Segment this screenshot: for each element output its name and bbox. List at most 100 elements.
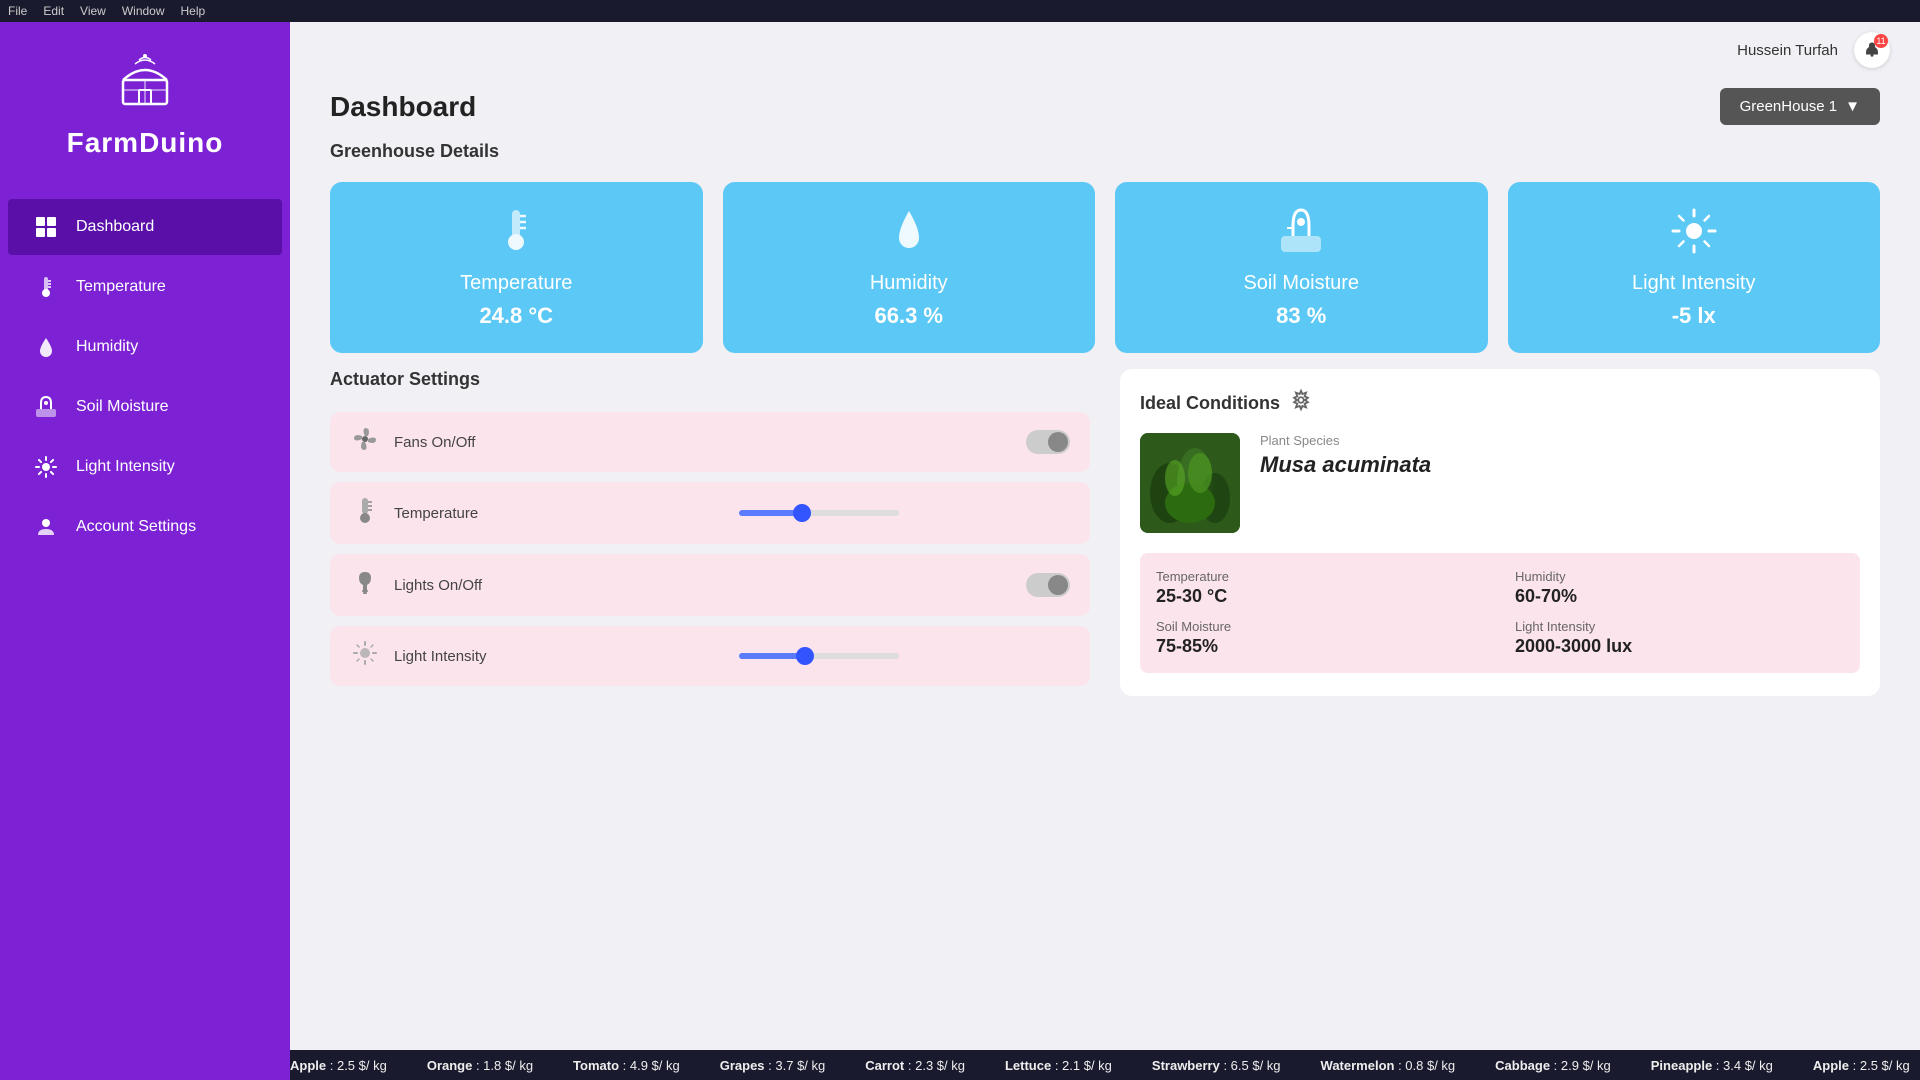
- sidebar-item-humidity[interactable]: Humidity: [8, 319, 282, 375]
- light-intensity-ctrl-icon: [350, 640, 380, 672]
- temperature-ctrl-icon: [350, 496, 380, 530]
- page-title: Dashboard: [330, 91, 476, 123]
- notifications-button[interactable]: 11: [1854, 32, 1890, 68]
- ideal-conditions-section: Ideal Conditions: [1120, 369, 1880, 696]
- fans-control-card: Fans On/Off: [330, 412, 1090, 472]
- condition-humidity-value: 60-70%: [1515, 586, 1844, 607]
- ideal-conditions-header: Ideal Conditions: [1140, 389, 1860, 417]
- condition-soil-value: 75-85%: [1156, 636, 1485, 657]
- condition-humidity-label: Humidity: [1515, 569, 1844, 584]
- sidebar-item-label-account-settings: Account Settings: [76, 518, 196, 536]
- ticker-item: Pineapple : 3.4 $/ kg: [1651, 1058, 1773, 1073]
- sidebar-item-label-soil-moisture: Soil Moisture: [76, 398, 168, 416]
- humidity-card-value: 66.3 %: [875, 303, 944, 329]
- sidebar-item-label-dashboard: Dashboard: [76, 218, 154, 236]
- ticker-item: Apple : 2.5 $/ kg: [1813, 1058, 1910, 1073]
- price-ticker: Apple : 2.5 $/ kgOrange : 1.8 $/ kgTomat…: [290, 1050, 1920, 1080]
- ticker-item: Apple : 2.5 $/ kg: [290, 1058, 387, 1073]
- light-intensity-card-icon: [1669, 206, 1719, 264]
- actuator-settings-title: Actuator Settings: [330, 369, 1090, 390]
- light-intensity-slider[interactable]: [739, 653, 899, 659]
- condition-humidity: Humidity 60-70%: [1515, 569, 1844, 607]
- light-intensity-nav-icon: [32, 453, 60, 481]
- menu-help[interactable]: Help: [181, 4, 206, 18]
- greenhouse-selector-button[interactable]: GreenHouse 1 ▼: [1720, 88, 1880, 125]
- user-name: Hussein Turfah: [1737, 42, 1838, 59]
- temperature-card-value: 24.8 °C: [479, 303, 553, 329]
- condition-light-label: Light Intensity: [1515, 619, 1844, 634]
- condition-temperature: Temperature 25-30 °C: [1156, 569, 1485, 607]
- soil-moisture-card-value: 83 %: [1276, 303, 1326, 329]
- condition-light-intensity: Light Intensity 2000-3000 lux: [1515, 619, 1844, 657]
- lights-control-card: Lights On/Off: [330, 554, 1090, 616]
- notification-badge: 11: [1874, 34, 1888, 48]
- plant-image: [1140, 433, 1240, 533]
- sidebar-item-temperature[interactable]: Temperature: [8, 259, 282, 315]
- two-column-section: Actuator Settings: [330, 369, 1880, 696]
- humidity-card-label: Humidity: [870, 272, 948, 295]
- menu-file[interactable]: File: [8, 4, 27, 18]
- soil-moisture-nav-icon: [32, 393, 60, 421]
- fans-toggle[interactable]: [1026, 430, 1070, 454]
- top-bar: Hussein Turfah 11: [290, 22, 1920, 78]
- plant-species-name: Musa acuminata: [1260, 452, 1431, 478]
- fans-label: Fans On/Off: [394, 434, 1012, 451]
- ideal-conditions-title: Ideal Conditions: [1140, 393, 1280, 414]
- light-intensity-card: Light Intensity -5 lx: [1508, 182, 1881, 353]
- humidity-nav-icon: [32, 333, 60, 361]
- soil-moisture-card-icon: [1277, 206, 1325, 264]
- light-intensity-ctrl-label: Light Intensity: [394, 648, 725, 665]
- lights-icon: [350, 568, 380, 602]
- condition-soil-label: Soil Moisture: [1156, 619, 1485, 634]
- humidity-card: Humidity 66.3 %: [723, 182, 1096, 353]
- condition-temperature-label: Temperature: [1156, 569, 1485, 584]
- ticker-item: Cabbage : 2.9 $/ kg: [1495, 1058, 1611, 1073]
- dashboard-icon: [32, 213, 60, 241]
- lights-label: Lights On/Off: [394, 577, 1012, 594]
- sidebar-item-label-light-intensity: Light Intensity: [76, 458, 175, 476]
- ticker-item: Grapes : 3.7 $/ kg: [720, 1058, 826, 1073]
- sidebar-navigation: Dashboard Temperature: [0, 179, 290, 575]
- condition-temperature-value: 25-30 °C: [1156, 586, 1485, 607]
- condition-light-value: 2000-3000 lux: [1515, 636, 1844, 657]
- conditions-grid: Temperature 25-30 °C Humidity 60-70% Soi…: [1140, 553, 1860, 673]
- temperature-card: Temperature 24.8 °C: [330, 182, 703, 353]
- ticker-item: Watermelon : 0.8 $/ kg: [1321, 1058, 1456, 1073]
- ticker-item: Carrot : 2.3 $/ kg: [865, 1058, 965, 1073]
- sidebar-item-account-settings[interactable]: Account Settings: [8, 499, 282, 555]
- account-nav-icon: [32, 513, 60, 541]
- temperature-control-card: Temperature: [330, 482, 1090, 544]
- soil-moisture-card-label: Soil Moisture: [1243, 272, 1359, 295]
- sidebar-item-soil-moisture[interactable]: Soil Moisture: [8, 379, 282, 435]
- plant-info: Plant Species Musa acuminata: [1140, 433, 1860, 533]
- humidity-card-icon: [889, 206, 929, 264]
- temperature-card-label: Temperature: [460, 272, 572, 295]
- temperature-ctrl-label: Temperature: [394, 505, 725, 522]
- menu-view[interactable]: View: [80, 4, 106, 18]
- sidebar-item-label-temperature: Temperature: [76, 278, 166, 296]
- menu-edit[interactable]: Edit: [43, 4, 64, 18]
- actuator-settings-section: Actuator Settings: [330, 369, 1090, 696]
- ticker-item: Orange : 1.8 $/ kg: [427, 1058, 533, 1073]
- sidebar-item-light-intensity[interactable]: Light Intensity: [8, 439, 282, 495]
- dashboard-content: Dashboard GreenHouse 1 ▼ Greenhouse Deta…: [290, 78, 1920, 1050]
- menu-window[interactable]: Window: [122, 4, 165, 18]
- soil-moisture-card: Soil Moisture 83 %: [1115, 182, 1488, 353]
- plant-species-label: Plant Species: [1260, 433, 1431, 448]
- greenhouse-selector-chevron: ▼: [1845, 98, 1860, 115]
- light-intensity-slider-container: [739, 653, 1070, 659]
- light-intensity-card-label: Light Intensity: [1632, 272, 1755, 295]
- temperature-slider[interactable]: [739, 510, 899, 516]
- temperature-card-icon: [496, 206, 536, 264]
- main-content: Hussein Turfah 11 Dashboard GreenHouse 1…: [290, 22, 1920, 1080]
- menu-bar: File Edit View Window Help: [0, 0, 1920, 22]
- dashboard-header: Dashboard GreenHouse 1 ▼: [330, 88, 1880, 125]
- temperature-slider-container: [739, 510, 1070, 516]
- temperature-nav-icon: [32, 273, 60, 301]
- sidebar-logo: FarmDuino: [0, 22, 290, 179]
- sidebar-item-dashboard[interactable]: Dashboard: [8, 199, 282, 255]
- fans-icon: [350, 426, 380, 458]
- lights-toggle[interactable]: [1026, 573, 1070, 597]
- ticker-content: Apple : 2.5 $/ kgOrange : 1.8 $/ kgTomat…: [290, 1058, 1920, 1073]
- ideal-conditions-settings-icon[interactable]: [1290, 389, 1312, 417]
